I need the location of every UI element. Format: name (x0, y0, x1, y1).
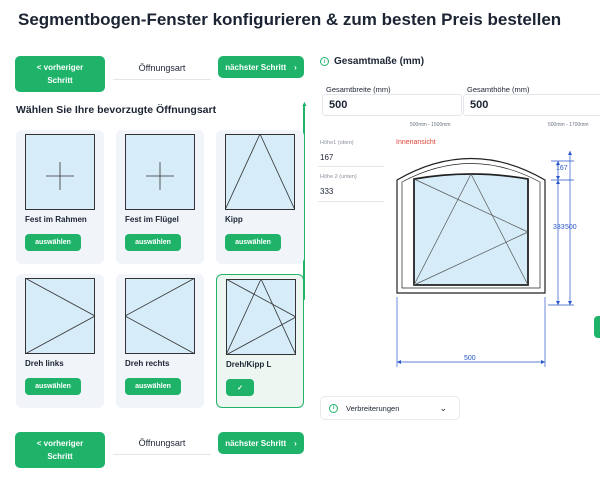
verbreiterungen-label: Verbreiterungen (346, 403, 400, 413)
previous-step-label-line1: < vorheriger (36, 439, 84, 448)
thumbnail-glass (25, 278, 95, 354)
height1-input[interactable]: 167 (320, 153, 333, 162)
select-option-button[interactable]: auswählen (125, 234, 181, 251)
dim-text-width: 500 (464, 355, 476, 362)
section-heading: Wählen Sie Ihre bevorzugte Öffnungsart (16, 104, 217, 116)
height2-input[interactable]: 333 (320, 187, 333, 196)
dimensions-heading: i Gesamtmaße (mm) (320, 56, 424, 67)
total-height-input[interactable]: 500 (463, 94, 600, 116)
next-step-button[interactable]: nächster Schritt › (218, 56, 304, 78)
option-card-fixed-frame[interactable]: Fest im Rahmen auswählen (16, 130, 104, 264)
side-feedback-tab[interactable] (594, 316, 600, 338)
info-icon: i (329, 403, 338, 413)
page-title: Segmentbogen-Fenster konfigurieren & zum… (18, 10, 562, 29)
height1-underline (318, 166, 384, 167)
current-step-label: Öffnungsart (113, 63, 211, 80)
select-option-button[interactable]: auswählen (25, 234, 81, 251)
next-step-button-bottom[interactable]: nächster Schritt › (218, 432, 304, 454)
info-icon: i (320, 57, 329, 66)
thumbnail-glass (125, 278, 195, 354)
current-step-label-bottom: Öffnungsart (113, 438, 211, 455)
dim-text-top: 167 (556, 165, 568, 172)
height1-label: Höhe1 (oben) (320, 140, 354, 146)
total-width-range: 500mm - 1500mm (410, 122, 451, 128)
window-thumbnail (226, 279, 296, 355)
thumbnail-glass (226, 279, 296, 355)
window-thumbnail (25, 278, 95, 354)
option-card-turn-tilt-left[interactable]: Dreh/Kipp L ✓ (216, 274, 304, 408)
next-step-label: nächster Schritt (225, 62, 287, 72)
select-option-button[interactable]: auswählen (225, 234, 281, 251)
window-thumbnail (125, 278, 195, 354)
previous-step-button[interactable]: < vorheriger Schritt (15, 56, 105, 92)
select-option-button[interactable]: auswählen (25, 378, 81, 395)
dimensions-heading-text: Gesamtmaße (mm) (334, 56, 425, 67)
selected-check-button[interactable]: ✓ (226, 379, 254, 396)
previous-step-label-line2: Schritt (47, 76, 73, 85)
total-height-label: Gesamthöhe (mm) (467, 85, 530, 94)
chevron-right-icon: › (294, 438, 297, 448)
select-option-button[interactable]: auswählen (125, 378, 181, 395)
window-thumbnail (25, 134, 95, 210)
option-card-turn-left[interactable]: Dreh links auswählen (16, 274, 104, 408)
total-width-label: Gesamtbreite (mm) (326, 85, 391, 94)
window-thumbnail (225, 134, 295, 210)
height2-underline (318, 201, 384, 202)
previous-step-label-line1: < vorheriger (36, 63, 84, 72)
option-label: Dreh rechts (125, 359, 170, 368)
option-label: Fest im Rahmen (25, 215, 87, 224)
chevron-right-icon: › (294, 62, 297, 72)
total-height-range: 500mm - 1700mm (548, 122, 589, 128)
dim-text-bottom: 333 (553, 224, 565, 231)
option-label: Kipp (225, 215, 243, 224)
option-card-fixed-sash[interactable]: Fest im Flügel auswählen (116, 130, 204, 264)
height2-label: Höhe 2 (unten) (320, 174, 357, 180)
window-drawing: 167 333 500 500 (396, 151, 577, 367)
window-thumbnail (125, 134, 195, 210)
previous-step-button-bottom[interactable]: < vorheriger Schritt (15, 432, 105, 468)
total-width-input[interactable]: 500 (322, 94, 462, 116)
previous-step-label-line2: Schritt (47, 452, 73, 461)
option-label: Dreh/Kipp L (226, 360, 272, 369)
next-step-label: nächster Schritt (225, 438, 287, 448)
thumbnail-glass (225, 134, 295, 210)
verbreiterungen-accordion[interactable]: i Verbreiterungen ⌄ (320, 396, 460, 420)
option-card-turn-right[interactable]: Dreh rechts auswählen (116, 274, 204, 408)
option-card-tilt[interactable]: Kipp auswählen (216, 130, 304, 264)
dim-text-total: 500 (565, 224, 577, 231)
chevron-down-icon: ⌄ (439, 402, 447, 413)
option-label: Fest im Flügel (125, 215, 179, 224)
window-glass (413, 173, 529, 286)
option-label: Dreh links (25, 359, 64, 368)
